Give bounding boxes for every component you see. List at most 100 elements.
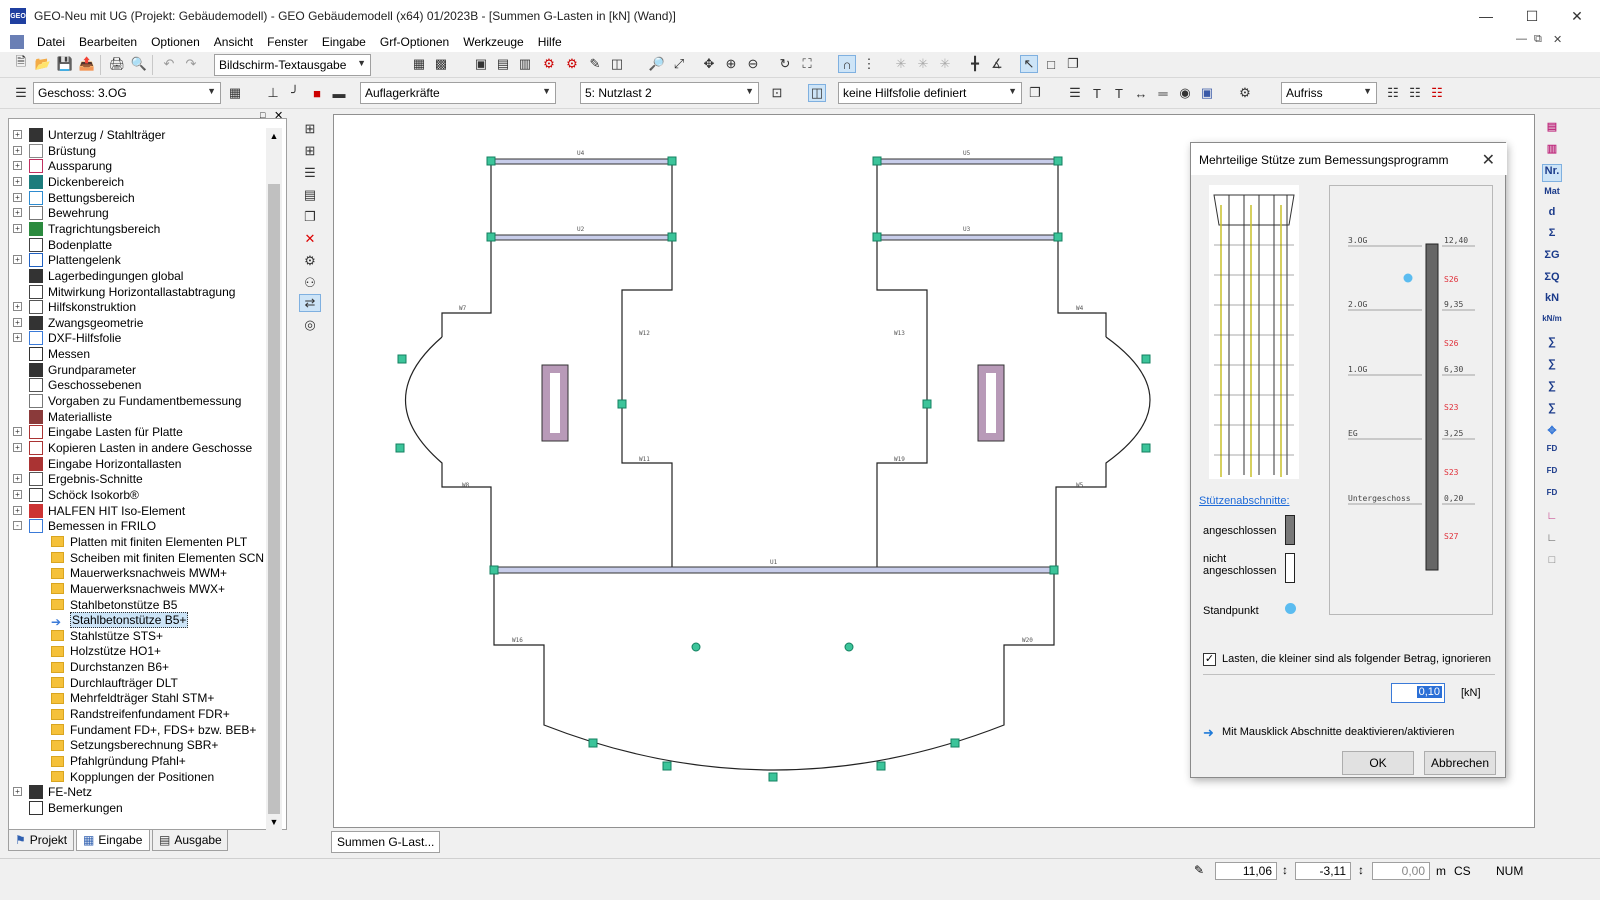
tree-expander[interactable]: +: [13, 208, 22, 218]
view-combo[interactable]: Aufriss ▼: [1281, 82, 1377, 104]
tool-d-icon[interactable]: ⚙: [540, 55, 558, 73]
tool-sigma-q[interactable]: ΣQ: [1542, 271, 1562, 289]
rotate-icon[interactable]: ↻: [776, 55, 794, 73]
star-tool-3-icon[interactable]: ✳: [936, 55, 954, 73]
menu-datei[interactable]: Datei: [30, 35, 72, 49]
menu-grf-optionen[interactable]: Grf-Optionen: [373, 35, 456, 49]
load-icon[interactable]: ■: [308, 84, 326, 102]
tree-expander[interactable]: +: [13, 176, 22, 186]
menu-werkzeuge[interactable]: Werkzeuge: [456, 35, 530, 49]
group-icon[interactable]: ⚇: [301, 274, 319, 292]
tree-item[interactable]: Pfahlgründung Pfahl+: [51, 753, 186, 769]
tree-item[interactable]: Durchstanzen B6+: [51, 659, 169, 675]
tab-projekt[interactable]: ⚑ Projekt: [8, 829, 74, 851]
tree-item[interactable]: Scheiben mit finiten Elementen SCN: [51, 550, 264, 566]
tree-item[interactable]: Ergebnis-Schnitte: [29, 471, 143, 487]
add-icon[interactable]: ⊞: [301, 120, 319, 138]
add-group-icon[interactable]: ⊞: [301, 142, 319, 160]
tab-ausgabe[interactable]: ▤ Ausgabe: [152, 829, 228, 851]
tree-item[interactable]: Fundament FD+, FDS+ bzw. BEB+: [51, 722, 256, 738]
tree-item[interactable]: Bemessen in FRILO: [29, 518, 156, 534]
loadcase-combo[interactable]: 5: Nutzlast 2 ▼: [580, 82, 759, 104]
tree-item[interactable]: Stahlbetonstütze B5: [51, 597, 177, 613]
tree-expander[interactable]: +: [13, 130, 22, 139]
column-pink-2-icon[interactable]: ▥: [1542, 142, 1562, 160]
tree-item[interactable]: Bettungsbereich: [29, 190, 135, 206]
maximize-button[interactable]: ☐: [1509, 0, 1555, 32]
tree-item[interactable]: Plattengelenk: [29, 252, 121, 268]
mdi-close-button[interactable]: ✕: [1553, 33, 1562, 46]
ok-button[interactable]: OK: [1342, 751, 1414, 775]
tree-item[interactable]: Durchlaufträger DLT: [51, 675, 178, 691]
tree-item[interactable]: Setzungsberechnung SBR+: [51, 737, 218, 753]
list-icon[interactable]: ☰: [12, 84, 30, 102]
sum-unit-icon[interactable]: ∑: [1542, 336, 1562, 354]
tool-d[interactable]: d: [1542, 206, 1562, 224]
tool-kn[interactable]: kN: [1542, 292, 1562, 310]
eye-icon[interactable]: ◉: [1176, 84, 1194, 102]
tree-item[interactable]: Eingabe Horizontallasten: [29, 456, 181, 472]
output-combo[interactable]: Bildschirm-Textausgabe ▼: [214, 54, 371, 76]
frame-icon[interactable]: □: [1542, 554, 1562, 572]
stair-icon[interactable]: ∟: [1542, 510, 1562, 528]
delete-icon[interactable]: ✕: [301, 230, 319, 248]
floor-combo[interactable]: Geschoss: 3.OG ▼: [33, 82, 221, 104]
select-arrow-icon[interactable]: ↖: [1020, 55, 1038, 73]
sum-g-area-icon[interactable]: ∑: [1542, 402, 1562, 420]
cube-icon[interactable]: ▣: [1198, 84, 1216, 102]
unit-icon[interactable]: kN/m: [1542, 314, 1562, 332]
text-tool-1-icon[interactable]: ☰: [1066, 84, 1084, 102]
scroll-down-icon[interactable]: ▼: [266, 814, 282, 830]
tree-item[interactable]: Aussparung: [29, 158, 112, 174]
tool-nr[interactable]: Nr.: [1542, 164, 1562, 182]
tree-expander[interactable]: +: [13, 489, 22, 499]
tree-item[interactable]: Tragrichtungsbereich: [29, 221, 160, 237]
ignore-loads-checkbox[interactable]: ✓: [1203, 653, 1216, 666]
fd-icon[interactable]: FD: [1542, 444, 1562, 462]
ramp-icon[interactable]: ∟: [1542, 532, 1562, 550]
undo-icon[interactable]: ↶: [160, 55, 178, 73]
list-add-icon[interactable]: ▤: [301, 186, 319, 204]
move-icon[interactable]: ✥: [1542, 424, 1562, 442]
transfer-icon[interactable]: ⇄: [299, 294, 321, 312]
tree-item[interactable]: Holzstütze HO1+: [51, 643, 161, 659]
tree-item[interactable]: Randstreifenfundament FDR+: [51, 706, 230, 722]
dimension-icon[interactable]: ⊡: [768, 84, 786, 102]
grid-off-icon[interactable]: ▩: [432, 55, 450, 73]
insert-icon[interactable]: ╋: [966, 55, 984, 73]
section-3-icon[interactable]: ☷: [1428, 84, 1446, 102]
tree-item[interactable]: Mitwirkung Horizontallastabtragung: [29, 284, 235, 300]
tree-item[interactable]: Dickenbereich: [29, 174, 124, 190]
zoom-window-icon[interactable]: 🔎: [648, 55, 666, 73]
zoom-in-icon[interactable]: ⊕: [722, 55, 740, 73]
tree-item[interactable]: ➔ Stahlbetonstütze B5+: [51, 612, 189, 629]
text-tool-3-icon[interactable]: T: [1110, 84, 1128, 102]
tool-sigma[interactable]: Σ: [1542, 227, 1562, 245]
tree-expander[interactable]: +: [13, 443, 22, 452]
3d-view-icon[interactable]: ◫: [608, 55, 626, 73]
tree-item[interactable]: Mehrfeldträger Stahl STM+: [51, 690, 214, 706]
tree-item[interactable]: Grundparameter: [29, 362, 136, 378]
tree-item[interactable]: Materialliste: [29, 409, 112, 425]
cancel-button[interactable]: Abbrechen: [1424, 751, 1496, 775]
redo-icon[interactable]: ↷: [182, 55, 200, 73]
windows-icon[interactable]: ❐: [1064, 55, 1082, 73]
tree-expander[interactable]: +: [13, 317, 22, 327]
copy-icon[interactable]: ❐: [301, 208, 319, 226]
layer-icon[interactable]: ◫: [808, 84, 826, 102]
target-icon[interactable]: ◎: [301, 316, 319, 334]
window-icon[interactable]: □: [1042, 55, 1060, 73]
tool-f-icon[interactable]: ✎: [586, 55, 604, 73]
tree-expander[interactable]: +: [13, 302, 22, 312]
document-tab[interactable]: Summen G-Last...: [331, 831, 441, 853]
tree-item[interactable]: Kopplungen der Positionen: [51, 769, 214, 785]
menu-ansicht[interactable]: Ansicht: [207, 35, 260, 49]
tool-c-icon[interactable]: ▥: [516, 55, 534, 73]
tree-scrollbar[interactable]: ▲ ▼: [266, 128, 282, 830]
mdi-doc-icon[interactable]: [10, 35, 24, 49]
tree-item[interactable]: Zwangsgeometrie: [29, 315, 143, 331]
overlay-settings-icon[interactable]: ❐: [1026, 84, 1044, 102]
fd2-icon[interactable]: FD: [1542, 466, 1562, 484]
tree-item[interactable]: Mauerwerksnachweis MWX+: [51, 581, 225, 597]
tool-mat[interactable]: Mat: [1542, 186, 1562, 204]
